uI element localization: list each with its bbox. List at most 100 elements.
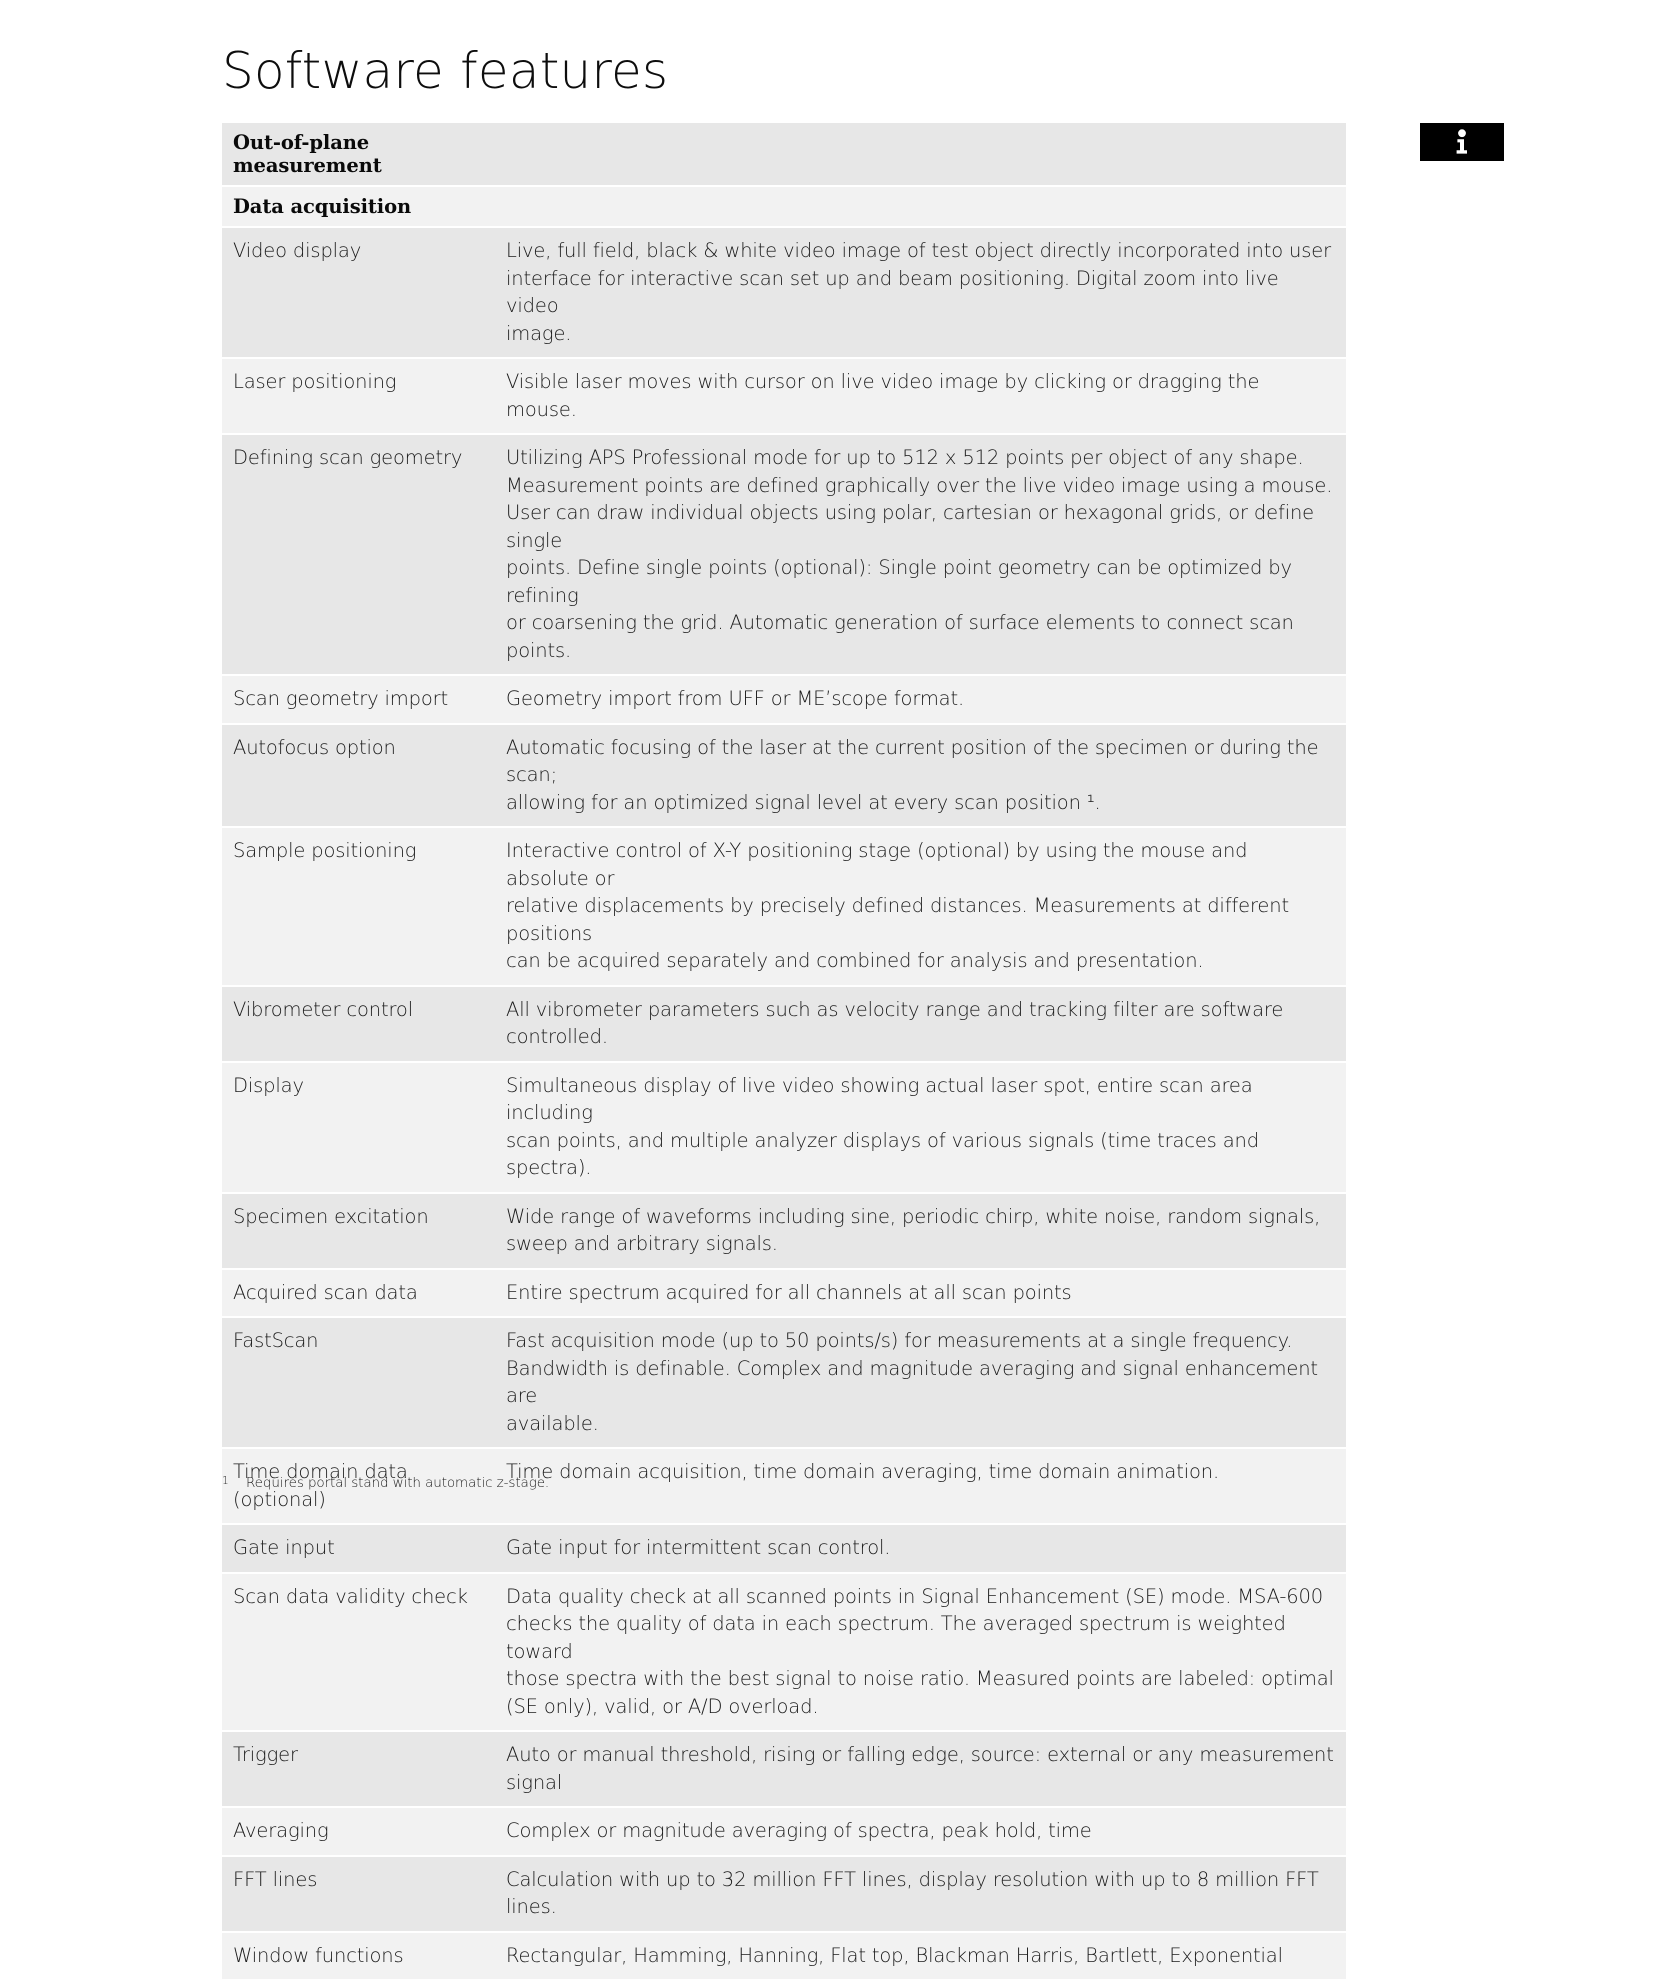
feature-description: Visible laser moves with cursor on live … — [506, 370, 1259, 421]
feature-label: FastScan — [233, 1329, 318, 1352]
table-row: Video display Live, full field, black & w… — [222, 228, 1346, 359]
feature-description-cell: Visible laser moves with cursor on live … — [506, 368, 1346, 423]
feature-description-cell: Fast acquisition mode (up to 50 points/s… — [506, 1327, 1346, 1437]
feature-description: Gate input for intermittent scan control… — [506, 1536, 890, 1559]
feature-label: Defining scan geometry — [233, 446, 462, 469]
table-section-header: Out-of-plane measurement — [222, 123, 1346, 187]
info-icon — [1452, 129, 1472, 155]
feature-description: Time domain acquisition, time domain ave… — [506, 1460, 1219, 1483]
feature-label-cell: Sample positioning — [222, 837, 506, 865]
feature-description-cell: Rectangular, Hamming, Hanning, Flat top,… — [506, 1942, 1346, 1970]
feature-description: Calculation with up to 32 million FFT li… — [506, 1868, 1319, 1919]
feature-description: All vibrometer parameters such as veloci… — [506, 998, 1283, 1049]
feature-description: Wide range of waveforms including sine, … — [506, 1205, 1320, 1256]
feature-label: Laser positioning — [233, 370, 396, 393]
feature-label: Display — [233, 1074, 304, 1097]
feature-description-cell: Live, full field, black & white video im… — [506, 237, 1346, 347]
feature-description-cell: Simultaneous display of live video showi… — [506, 1072, 1346, 1182]
feature-description-cell: Auto or manual threshold, rising or fall… — [506, 1741, 1346, 1796]
feature-label-cell: Defining scan geometry — [222, 444, 506, 472]
feature-label: Vibrometer control — [233, 998, 413, 1021]
page-title: Software features — [222, 40, 668, 102]
feature-description-cell: Complex or magnitude averaging of spectr… — [506, 1817, 1346, 1845]
table-row: Display Simultaneous display of live vide… — [222, 1063, 1346, 1194]
feature-description: Automatic focusing of the laser at the c… — [506, 736, 1318, 814]
feature-label-cell: FastScan — [222, 1327, 506, 1355]
footnote-text: Requires portal stand with automatic z-s… — [246, 1474, 549, 1492]
table-section-header: Data acquisition — [222, 187, 1346, 228]
feature-description-cell: Time domain acquisition, time domain ave… — [506, 1458, 1346, 1486]
table-row: Gate input Gate input for intermittent sc… — [222, 1525, 1346, 1574]
feature-label: Sample positioning — [233, 839, 416, 862]
feature-label-cell: Vibrometer control — [222, 996, 506, 1024]
feature-label-cell: Scan geometry import — [222, 685, 506, 713]
feature-label: FFT lines — [233, 1868, 317, 1891]
section-header-label: Out-of-plane measurement — [233, 131, 382, 177]
feature-description: Utilizing APS Professional mode for up t… — [506, 446, 1332, 662]
document-page: Software features Out-of-plane measureme… — [0, 0, 1654, 1521]
feature-description-cell: Geometry import from UFF or ME’scope for… — [506, 685, 1346, 713]
feature-label-cell: Trigger — [222, 1741, 506, 1769]
section-header-cell: Data acquisition — [222, 195, 506, 218]
table-row: Window functions Rectangular, Hamming, Ha… — [222, 1933, 1346, 1981]
feature-label: Scan data validity check — [233, 1585, 468, 1608]
feature-label: Averaging — [233, 1819, 329, 1842]
feature-description: Auto or manual threshold, rising or fall… — [506, 1743, 1334, 1794]
feature-description: Fast acquisition mode (up to 50 points/s… — [506, 1329, 1318, 1435]
table-row: Sample positioning Interactive control of… — [222, 828, 1346, 987]
feature-label-cell: Laser positioning — [222, 368, 506, 396]
feature-label: Autofocus option — [233, 736, 396, 759]
info-badge[interactable] — [1420, 123, 1504, 161]
feature-label: Specimen excitation — [233, 1205, 429, 1228]
table-row: Specimen excitation Wide range of wavefor… — [222, 1194, 1346, 1270]
feature-description-cell: Calculation with up to 32 million FFT li… — [506, 1866, 1346, 1921]
feature-label: Video display — [233, 239, 361, 262]
feature-description-cell: Wide range of waveforms including sine, … — [506, 1203, 1346, 1258]
footnote: 1 Requires portal stand with automatic z… — [222, 1474, 549, 1492]
table-row: FFT lines Calculation with up to 32 milli… — [222, 1857, 1346, 1933]
table-row: Scan geometry import Geometry import from… — [222, 676, 1346, 725]
feature-label-cell: Averaging — [222, 1817, 506, 1845]
feature-label-cell: FFT lines — [222, 1866, 506, 1894]
feature-description-cell: Automatic focusing of the laser at the c… — [506, 734, 1346, 817]
feature-description: Entire spectrum acquired for all channel… — [506, 1281, 1072, 1304]
table-row: Acquired scan data Entire spectrum acquir… — [222, 1270, 1346, 1319]
table-row: FastScan Fast acquisition mode (up to 50 … — [222, 1318, 1346, 1449]
table-row: Scan data validity check Data quality che… — [222, 1574, 1346, 1733]
feature-label: Window functions — [233, 1944, 404, 1967]
footnote-marker: 1 — [222, 1474, 246, 1488]
feature-label: Gate input — [233, 1536, 335, 1559]
feature-label: Scan geometry import — [233, 687, 448, 710]
feature-description-cell: All vibrometer parameters such as veloci… — [506, 996, 1346, 1051]
feature-description: Rectangular, Hamming, Hanning, Flat top,… — [506, 1944, 1283, 1967]
feature-label-cell: Gate input — [222, 1534, 506, 1562]
feature-label: Acquired scan data — [233, 1281, 418, 1304]
feature-label-cell: Display — [222, 1072, 506, 1100]
feature-label-cell: Video display — [222, 237, 506, 265]
table-row: Vibrometer control All vibrometer paramet… — [222, 987, 1346, 1063]
feature-label-cell: Window functions — [222, 1942, 506, 1970]
feature-label-cell: Acquired scan data — [222, 1279, 506, 1307]
feature-description: Live, full field, black & white video im… — [506, 239, 1331, 345]
section-header-label: Data acquisition — [233, 195, 411, 218]
feature-label-cell: Scan data validity check — [222, 1583, 506, 1611]
feature-description: Geometry import from UFF or ME’scope for… — [506, 687, 964, 710]
feature-description: Complex or magnitude averaging of spectr… — [506, 1819, 1092, 1842]
feature-label-cell: Specimen excitation — [222, 1203, 506, 1231]
feature-label: Trigger — [233, 1743, 298, 1766]
feature-description-cell: Utilizing APS Professional mode for up t… — [506, 444, 1346, 664]
feature-description-cell: Interactive control of X-Y positioning s… — [506, 837, 1346, 975]
feature-description: Simultaneous display of live video showi… — [506, 1074, 1259, 1180]
section-header-cell: Out-of-plane measurement — [222, 131, 506, 177]
feature-label-cell: Autofocus option — [222, 734, 506, 762]
table-row: Laser positioning Visible laser moves wit… — [222, 359, 1346, 435]
table-row: Autofocus option Automatic focusing of th… — [222, 725, 1346, 829]
feature-description-cell: Gate input for intermittent scan control… — [506, 1534, 1346, 1562]
table-row: Trigger Auto or manual threshold, rising … — [222, 1732, 1346, 1808]
feature-description: Data quality check at all scanned points… — [506, 1585, 1334, 1718]
feature-description-cell: Data quality check at all scanned points… — [506, 1583, 1346, 1721]
table-row: Defining scan geometry Utilizing APS Prof… — [222, 435, 1346, 676]
software-features-table: Out-of-plane measurement Data acquisition… — [222, 123, 1346, 1981]
feature-description-cell: Entire spectrum acquired for all channel… — [506, 1279, 1346, 1307]
feature-description: Interactive control of X-Y positioning s… — [506, 839, 1289, 972]
